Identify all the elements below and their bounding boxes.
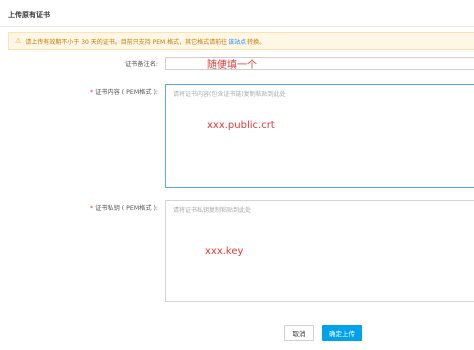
cert-content-placeholder: 请将证书内容(包含证书链)复制粘贴到此处 (173, 91, 286, 98)
dialog-title: 上传原有证书 (8, 11, 50, 19)
notice-text-after: 转换。 (247, 38, 266, 46)
private-key-placeholder: 请将证书私钥复制粘贴到此处 (173, 207, 252, 214)
required-mark: * (89, 89, 94, 96)
confirm-upload-button[interactable]: 确定上传 (322, 325, 362, 341)
warning-icon: ⚠ (15, 37, 22, 45)
cert-name-annotation: 随便填一个 (207, 60, 257, 71)
cert-content-textarea[interactable]: 请将证书内容(包含证书链)复制粘贴到此处 (165, 84, 474, 188)
cert-name-label: 证书备注名: (124, 61, 158, 68)
private-key-label: * 证书私钥 ( PEM格式 ): (89, 205, 158, 212)
notice-text: 请上传有效期不小于 30 天的证书。目前只支持 PEM 格式，其它格式请前往 (25, 38, 228, 46)
private-key-annotation: xxx.key (205, 246, 244, 257)
header-divider (0, 26, 474, 27)
required-mark: * (89, 205, 94, 212)
cancel-button[interactable]: 取消 (284, 325, 314, 341)
notice-link[interactable]: 该站点 (228, 37, 246, 46)
notice-banner: ⚠ 请上传有效期不小于 30 天的证书。目前只支持 PEM 格式，其它格式请前往… (8, 32, 474, 50)
cert-content-annotation: xxx.public.crt (207, 120, 275, 131)
cert-content-label: * 证书内容 ( PEM格式 ): (89, 89, 158, 96)
